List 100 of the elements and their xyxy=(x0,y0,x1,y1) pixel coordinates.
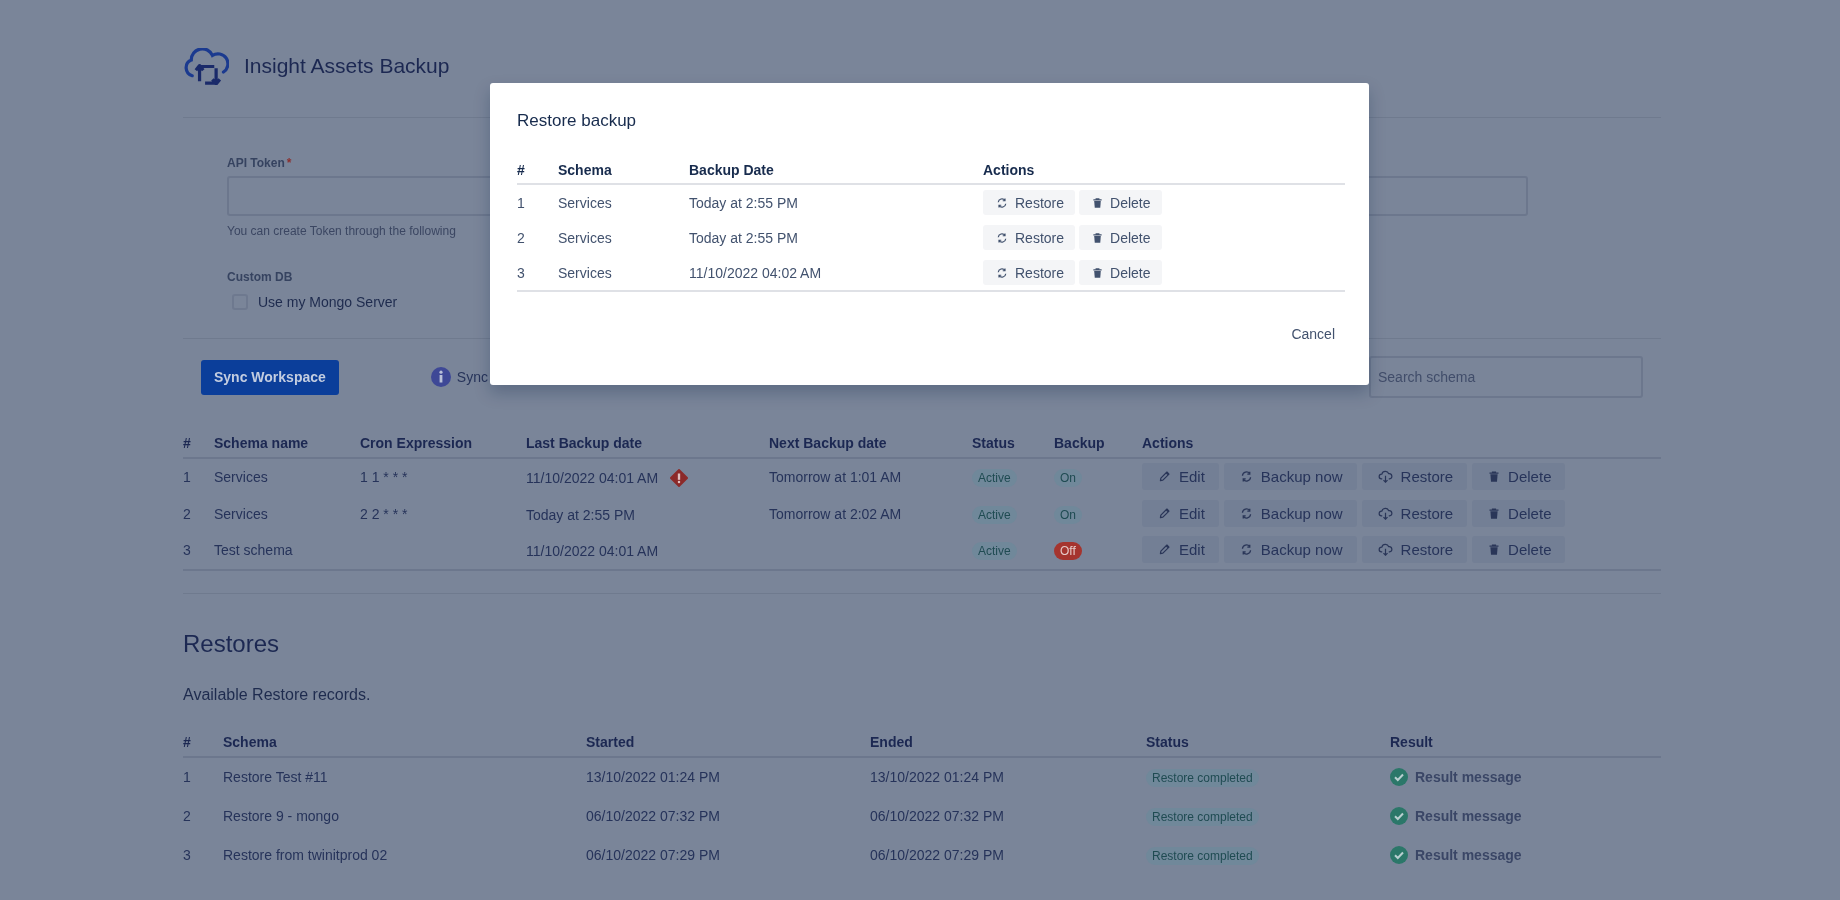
column-header: Cron Expression xyxy=(360,435,473,451)
status-badge: Active xyxy=(972,542,1017,561)
column-header: Next Backup date xyxy=(769,435,887,451)
sync-icon xyxy=(996,196,1008,209)
table-cell: Restore 9 - mongo xyxy=(223,808,339,824)
column-header: Result xyxy=(1390,733,1433,750)
edit-button[interactable]: Edit xyxy=(1142,463,1219,490)
table-cell: 2 xyxy=(183,505,191,522)
table-cell: 06/10/2022 07:29 PM xyxy=(586,847,720,863)
edit-button[interactable]: Edit xyxy=(1142,499,1219,527)
edit-button[interactable]: Edit xyxy=(1142,536,1219,563)
trash-icon xyxy=(1092,231,1104,244)
table-cell: 1 xyxy=(517,194,525,211)
delete-button[interactable]: Delete xyxy=(1472,536,1566,563)
table-cell: 1 1 * * * xyxy=(360,469,408,486)
status-badge: Active xyxy=(972,505,1017,524)
backup-badge: On xyxy=(1054,505,1082,524)
dialog-title: Restore backup xyxy=(517,111,638,131)
cancel-button[interactable]: Cancel xyxy=(1281,322,1345,346)
column-header: # xyxy=(517,162,525,178)
result-link[interactable]: Result message xyxy=(1415,769,1522,785)
column-header: Actions xyxy=(983,162,1035,178)
sync-icon xyxy=(996,231,1008,244)
cloud-download-icon xyxy=(1377,506,1393,520)
table-cell: 2 xyxy=(517,229,525,246)
table-cell: Today at 2:55 PM xyxy=(526,506,635,523)
required-mark: * xyxy=(286,156,292,170)
column-header: Schema xyxy=(558,162,612,178)
table-cell: 06/10/2022 07:32 PM xyxy=(870,808,1004,824)
helper-text: You can create Token through the following xyxy=(227,224,456,238)
trash-icon xyxy=(1092,266,1104,279)
table-cell: Services xyxy=(214,469,268,486)
column-header: Actions xyxy=(1142,435,1194,451)
restore-button[interactable]: Restore xyxy=(983,225,1076,250)
backup-badge: Off xyxy=(1054,542,1082,561)
table-cell: 06/10/2022 07:29 PM xyxy=(870,847,1004,863)
pencil-icon xyxy=(1158,470,1171,483)
column-header: Backup Date xyxy=(689,162,774,178)
table-cell: Services xyxy=(558,264,612,281)
table-cell: Services xyxy=(214,505,268,522)
sync-icon xyxy=(996,266,1008,279)
table-cell: Restore Test #11 xyxy=(223,769,328,785)
table-cell: 11/10/2022 04:01 AM xyxy=(526,543,659,559)
sync-workspace-button[interactable]: Sync Workspace xyxy=(201,359,339,395)
column-header: Ended xyxy=(870,733,913,750)
table-cell: Tomorrow at 1:01 AM xyxy=(769,469,902,486)
backup-button[interactable]: Backup now xyxy=(1223,499,1357,527)
restore-button[interactable]: Restore xyxy=(1361,463,1468,490)
status-badge: Restore completed xyxy=(1146,769,1259,787)
status-badge: Restore completed xyxy=(1146,847,1259,865)
section-title: Restores xyxy=(183,629,281,658)
section-description: Available Restore records. xyxy=(183,685,372,704)
result-link[interactable]: Result message xyxy=(1415,847,1522,863)
delete-button[interactable]: Delete xyxy=(1079,190,1162,215)
table-cell: Today at 2:55 PM xyxy=(689,194,798,211)
column-header: # xyxy=(183,733,191,750)
column-header: Schema xyxy=(223,733,277,750)
sync-icon xyxy=(1239,470,1253,483)
table-cell: 3 xyxy=(517,264,525,281)
result-link[interactable]: Result message xyxy=(1415,808,1522,824)
table-cell: Test schema xyxy=(214,542,293,559)
field-label: API Token xyxy=(227,156,285,170)
column-header: # xyxy=(183,435,191,451)
check-circle-icon xyxy=(1390,846,1408,864)
sync-icon xyxy=(1239,506,1253,520)
info-text: Sync xyxy=(456,369,488,385)
restore-button[interactable]: Restore xyxy=(1361,536,1468,563)
pencil-icon xyxy=(1158,543,1171,556)
table-cell: 1 xyxy=(183,469,191,486)
status-badge: Active xyxy=(972,469,1017,488)
delete-button[interactable]: Delete xyxy=(1472,499,1566,527)
search-field[interactable]: Search schema xyxy=(1369,356,1643,398)
status-badge: Restore completed xyxy=(1146,808,1259,826)
delete-button[interactable]: Delete xyxy=(1079,225,1162,250)
pencil-icon xyxy=(1158,506,1171,520)
table-cell: Today at 2:55 PM xyxy=(689,229,798,246)
check-circle-icon xyxy=(1390,807,1408,825)
checkbox-label[interactable]: Use my Mongo Server xyxy=(258,294,398,310)
table-cell: 06/10/2022 07:32 PM xyxy=(586,808,720,824)
table-cell: 11/10/2022 04:02 AM xyxy=(689,264,822,281)
column-header: Last Backup date xyxy=(526,435,642,451)
backup-button[interactable]: Backup now xyxy=(1223,463,1357,490)
backup-button[interactable]: Backup now xyxy=(1223,536,1357,563)
field-label: Custom DB xyxy=(227,270,293,284)
trash-icon xyxy=(1488,470,1501,483)
delete-button[interactable]: Delete xyxy=(1079,260,1162,285)
column-header: Status xyxy=(1146,733,1189,750)
table-cell: 3 xyxy=(183,847,191,863)
trash-icon xyxy=(1488,543,1501,556)
restore-button[interactable]: Restore xyxy=(983,190,1076,215)
restore-button[interactable]: Restore xyxy=(983,260,1076,285)
table-cell: 11/10/2022 04:01 AM xyxy=(526,470,659,486)
column-header: Schema name xyxy=(214,435,309,451)
table-cell: 1 xyxy=(183,769,191,785)
column-header: Backup xyxy=(1054,435,1105,451)
check-circle-icon xyxy=(1390,768,1408,786)
table-cell: 13/10/2022 01:24 PM xyxy=(586,769,720,785)
delete-button[interactable]: Delete xyxy=(1472,463,1566,490)
table-cell: 3 xyxy=(183,542,191,559)
restore-button[interactable]: Restore xyxy=(1361,499,1468,527)
